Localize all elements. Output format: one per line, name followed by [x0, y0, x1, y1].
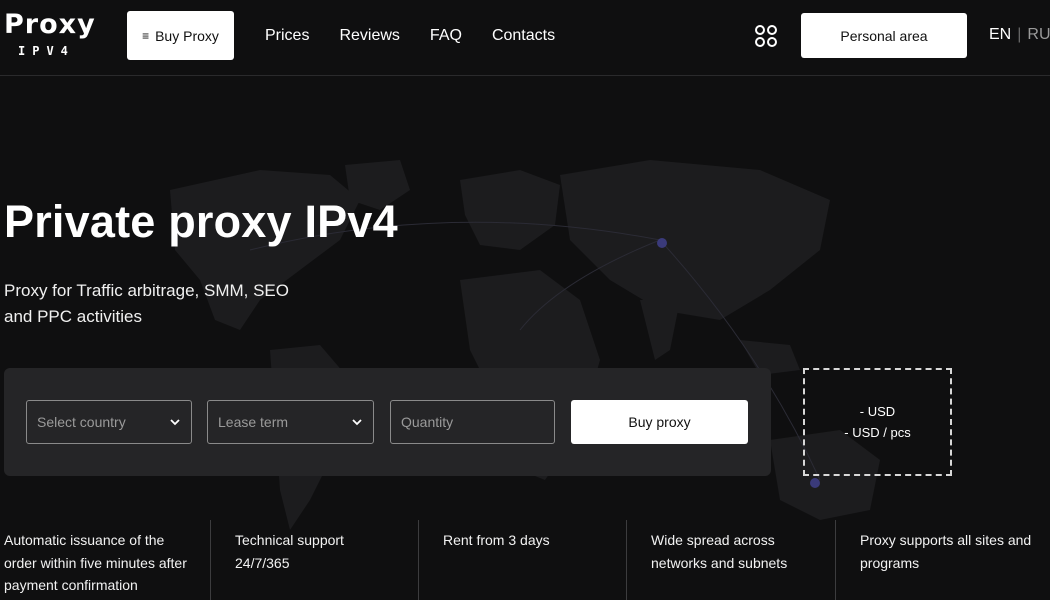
nav-link-faq[interactable]: FAQ: [430, 27, 462, 45]
feature-item: Proxy supports all sites and programs: [860, 532, 1032, 571]
lease-term-select[interactable]: Lease term: [207, 400, 374, 444]
hamburger-icon: ≡: [142, 28, 150, 43]
site-header: Proxy IPV4 ≡ Buy Proxy Prices Reviews FA…: [0, 0, 1050, 76]
chevron-down-icon: [170, 419, 180, 426]
country-select[interactable]: Select country: [26, 400, 192, 444]
price-per-piece: - USD / pcs: [844, 425, 911, 440]
lang-ru[interactable]: RU: [1027, 26, 1050, 44]
features-row: Automatic issuance of the order within f…: [0, 520, 1050, 600]
price-total: - USD: [859, 404, 896, 419]
lease-term-placeholder: Lease term: [218, 414, 289, 430]
country-select-placeholder: Select country: [37, 414, 126, 430]
feature-divider: [418, 520, 419, 600]
logo-subtitle: IPV4: [18, 44, 75, 58]
feature-item: Automatic issuance of the order within f…: [4, 532, 187, 593]
feature-item: Rent from 3 days: [443, 532, 550, 548]
lang-en[interactable]: EN: [989, 26, 1011, 44]
logo[interactable]: Proxy IPV4: [4, 9, 96, 62]
feature-divider: [626, 520, 627, 600]
lang-separator: |: [1017, 26, 1022, 43]
nav-link-reviews[interactable]: Reviews: [339, 27, 399, 45]
feature-item: Technical support 24/7/365: [235, 532, 344, 571]
logo-wordmark: Proxy: [4, 9, 96, 40]
feature-divider: [210, 520, 211, 600]
buy-proxy-menu-button[interactable]: ≡ Buy Proxy: [127, 11, 234, 60]
page-title: Private proxy IPv4: [4, 196, 398, 247]
apps-grid-icon[interactable]: [754, 24, 778, 48]
chevron-down-icon: [352, 419, 362, 426]
feature-item: Wide spread across networks and subnets: [651, 532, 788, 571]
order-form: Select country Lease term Quantity Buy p…: [4, 368, 771, 476]
hero-subtitle: Proxy for Traffic arbitrage, SMM, SEO an…: [4, 281, 289, 326]
personal-area-button[interactable]: Personal area: [801, 13, 967, 58]
nav-link-contacts[interactable]: Contacts: [492, 27, 555, 45]
quantity-placeholder: Quantity: [401, 414, 454, 430]
main-nav: Prices Reviews FAQ Contacts: [265, 0, 585, 72]
quantity-input[interactable]: Quantity: [390, 400, 555, 444]
price-summary: - USD - USD / pcs: [803, 368, 952, 476]
buy-proxy-label: Buy Proxy: [155, 27, 219, 44]
feature-divider: [835, 520, 836, 600]
language-switcher: EN | RU: [989, 26, 1050, 44]
buy-proxy-button[interactable]: Buy proxy: [571, 400, 748, 444]
nav-link-prices[interactable]: Prices: [265, 27, 309, 45]
